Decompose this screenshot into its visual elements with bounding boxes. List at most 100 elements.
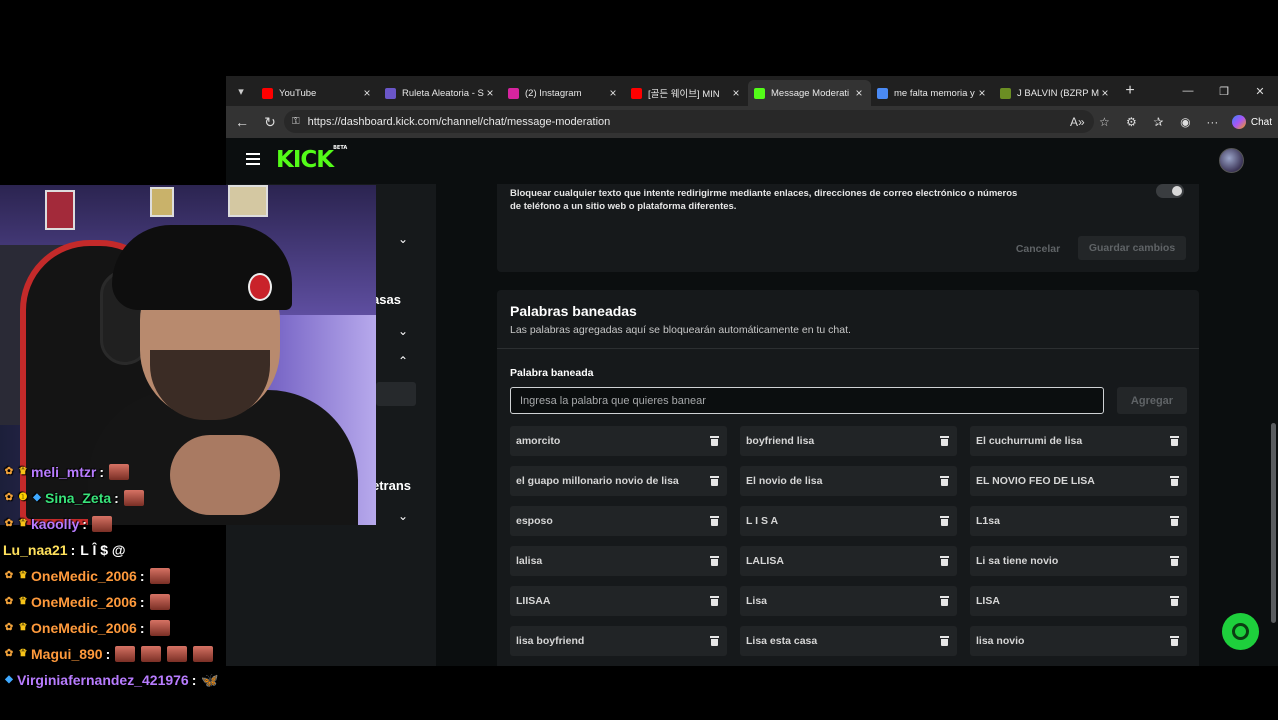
gem-icon: ◆ [5,674,13,685]
user-avatar[interactable] [1219,148,1244,173]
browser-tab[interactable]: [골든 웨이브] MIN × [625,80,748,106]
hamburger-menu-icon[interactable] [246,153,260,165]
banned-word-label: Palabra baneada [510,367,594,379]
trash-icon[interactable] [1170,596,1179,606]
add-word-button[interactable]: Agregar [1117,387,1187,414]
sidebar-partial-label-1[interactable]: asas [372,292,401,307]
chat-username[interactable]: OneMedic_2006 [31,568,137,584]
trash-icon[interactable] [710,596,719,606]
new-tab-plus-icon[interactable]: + [1117,82,1143,100]
trash-icon[interactable] [1170,436,1179,446]
save-changes-button[interactable]: Guardar cambios [1078,236,1186,260]
more-menu-icon[interactable]: ··· [1199,108,1226,136]
close-tab-icon[interactable]: × [976,86,988,100]
tab-bar: ▾ YouTube × Ruleta Aleatoria - S × (2) Insta… [226,76,1278,106]
hands [170,435,280,515]
browser-window: ▾ YouTube × Ruleta Aleatoria - S × (2) Insta… [226,76,1278,666]
close-tab-icon[interactable]: × [361,86,373,100]
copilot-chat-button[interactable]: Chat [1226,108,1278,136]
chevron-down-icon[interactable]: ⌄ [398,324,412,338]
chat-emote-icon [115,646,136,662]
kick-icon [754,87,765,99]
reload-icon[interactable]: ↻ [256,108,284,136]
chevron-down-icon[interactable]: ⌄ [398,232,412,246]
close-window-icon[interactable]: ✕ [1242,76,1278,106]
support-icon [1232,623,1249,640]
trash-icon[interactable] [940,596,949,606]
trash-icon[interactable] [940,556,949,566]
back-arrow-icon[interactable]: ← [228,108,256,136]
favorites-icon[interactable]: ✰ [1145,108,1172,136]
read-aloud-icon[interactable]: A» [1064,108,1091,136]
kick-logo[interactable]: KICKBETA [276,145,347,173]
chat-username[interactable]: Magui_890 [31,646,103,662]
banned-word-chip: El novio de lisa [740,466,957,496]
browser-tab[interactable]: (2) Instagram × [502,80,625,106]
sidebar-partial-label-2[interactable]: etrans [372,478,411,493]
chat-username[interactable]: kaoolly [31,516,79,532]
trash-icon[interactable] [1170,516,1179,526]
chevron-up-icon[interactable]: ⌃ [398,354,412,368]
banned-word-text: el guapo millonario novio de lisa [516,475,679,487]
trash-icon[interactable] [940,636,949,646]
banned-word-chip: lisa novio [970,626,1187,656]
trash-icon[interactable] [1170,476,1179,486]
cancel-button[interactable]: Cancelar [1005,237,1071,261]
chevron-down-icon[interactable]: ⌄ [398,509,412,523]
banned-word-chip: esposo [510,506,727,536]
browser-tab[interactable]: Message Moderati × [748,80,871,106]
tab-label: me falta memoria y [894,87,975,99]
trash-icon[interactable] [1170,636,1179,646]
help-chat-button[interactable] [1222,613,1259,650]
banned-word-text: boyfriend lisa [746,435,815,447]
close-tab-icon[interactable]: × [1099,86,1111,100]
tab-list-chevron-icon[interactable]: ▾ [226,76,256,106]
copilot-icon [1231,115,1246,129]
sidebar-active-item[interactable] [376,382,416,406]
banned-word-text: lisa novio [976,635,1025,647]
close-tab-icon[interactable]: × [484,86,496,100]
trash-icon[interactable] [940,476,949,486]
chat-separator: : [191,672,197,688]
close-tab-icon[interactable]: × [853,86,865,100]
trash-icon[interactable] [710,436,719,446]
banned-word-text: Lisa [746,595,768,607]
minimize-icon[interactable]: — [1170,76,1206,106]
chat-username[interactable]: Virginiafernandez_421976 [17,672,189,688]
trash-icon[interactable] [940,436,949,446]
chat-username[interactable]: Lu_naa21 [3,542,68,558]
chat-separator: : [139,594,145,610]
browser-tab[interactable]: me falta memoria y × [871,80,994,106]
chat-username[interactable]: OneMedic_2006 [31,594,137,610]
banned-word-text: LIISAA [516,595,551,607]
chat-username[interactable]: OneMedic_2006 [31,620,137,636]
page-scrollbar[interactable] [1271,423,1276,623]
extensions-icon[interactable]: ⚙ [1118,108,1145,136]
trash-icon[interactable] [940,516,949,526]
trash-icon[interactable] [710,516,719,526]
url-field[interactable]: ⚿ https://dashboard.kick.com/channel/cha… [284,110,1094,133]
close-tab-icon[interactable]: × [607,86,619,100]
link-filter-toggle[interactable] [1156,184,1184,198]
chat-username[interactable]: Sina_Zeta [45,490,111,506]
banned-words-subtitle: Las palabras agregadas aquí se bloqueará… [510,324,851,336]
banned-word-input[interactable] [510,387,1104,414]
browser-tab[interactable]: YouTube × [256,80,379,106]
banned-word-chip: Lisa [740,586,957,616]
banned-word-text: amorcito [516,435,561,447]
profile-icon[interactable]: ◉ [1172,108,1199,136]
favorite-star-icon[interactable]: ☆ [1091,108,1118,136]
restore-icon[interactable]: ❐ [1206,76,1242,106]
site-info-icon[interactable]: ⚿ [292,116,300,127]
browser-tab[interactable]: Ruleta Aleatoria - S × [379,80,502,106]
trash-icon[interactable] [710,636,719,646]
banned-words-list: amorcito boyfriend lisa El cuchurrumi de l… [510,426,1187,656]
trash-icon[interactable] [710,476,719,486]
close-tab-icon[interactable]: × [730,86,742,100]
browser-tab[interactable]: J BALVIN (BZRP M × [994,80,1117,106]
chat-username[interactable]: meli_mtzr [31,464,96,480]
sub-icon: ✿ [4,466,14,477]
trash-icon[interactable] [1170,556,1179,566]
trash-icon[interactable] [710,556,719,566]
sub-icon: ✿ [4,596,14,607]
